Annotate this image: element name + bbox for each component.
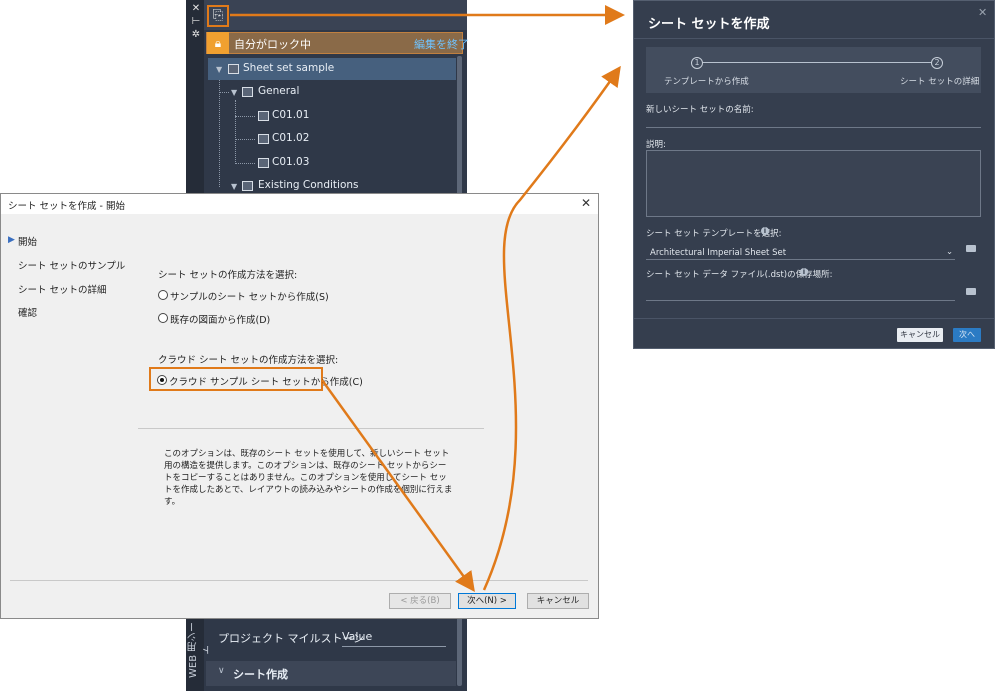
- back-button[interactable]: < 戻る(B): [389, 593, 451, 609]
- milestone-value-field[interactable]: Value: [342, 630, 446, 647]
- tree-guide: [235, 139, 255, 140]
- divider: [138, 428, 484, 429]
- folder-icon[interactable]: [966, 288, 976, 295]
- create-sheet-set-icon[interactable]: ⎘: [207, 5, 229, 27]
- sheet-set-wizard-dialog: [0, 193, 599, 619]
- nav-item-confirm: 確認: [18, 308, 38, 319]
- palette-toolbar: [204, 0, 467, 30]
- nav-item-start: 開始: [18, 237, 38, 248]
- stepper-line: [703, 62, 931, 63]
- pin-icon[interactable]: ⊢: [191, 17, 201, 27]
- radio-existing-label[interactable]: 既存の図面から作成(D): [170, 312, 270, 326]
- sheet-icon: [258, 158, 269, 168]
- info-icon[interactable]: i: [800, 268, 808, 276]
- chevron-down-icon[interactable]: ⌄: [946, 247, 953, 257]
- web-sheet-side-tab[interactable]: WEB 用シート: [186, 620, 214, 680]
- sheet-icon: [258, 134, 269, 144]
- step-2-indicator: 2: [931, 57, 943, 69]
- radio-cloud-label[interactable]: クラウド サンプル シート セットから作成(C): [169, 374, 363, 388]
- tree-sheet[interactable]: C01.02: [272, 132, 309, 144]
- tree-sheet[interactable]: C01.01: [272, 109, 309, 121]
- template-select-underline: [646, 259, 955, 260]
- chevron-down-icon[interactable]: ▼: [231, 88, 237, 97]
- dialog-title: シート セットを作成: [648, 17, 770, 32]
- radio-cloud-sample[interactable]: [157, 375, 167, 385]
- next-button[interactable]: 次へ(N) >: [458, 593, 516, 609]
- name-input[interactable]: [646, 127, 981, 128]
- description-textarea[interactable]: [646, 150, 981, 217]
- tree-guide: [235, 116, 255, 117]
- gear-icon[interactable]: ✲: [191, 30, 201, 40]
- template-select[interactable]: Architectural Imperial Sheet Set: [650, 248, 786, 258]
- tree-group-general[interactable]: General: [258, 85, 299, 97]
- chevron-down-icon[interactable]: ▼: [216, 65, 222, 74]
- info-icon[interactable]: i: [761, 227, 769, 235]
- step-1-label: テンプレートから作成: [664, 77, 749, 87]
- tree-group-existing[interactable]: Existing Conditions: [258, 179, 359, 191]
- chevron-down-icon[interactable]: ∨: [218, 666, 225, 676]
- radio-existing-drawings[interactable]: [158, 313, 168, 323]
- tree-root-label: Sheet set sample: [243, 62, 335, 74]
- lock-label: 自分がロック中: [234, 38, 311, 51]
- wizard-title: シート セットを作成 - 開始: [8, 201, 125, 212]
- nav-item-sample: シート セットのサンプル: [18, 261, 126, 272]
- folder-icon[interactable]: [966, 245, 976, 252]
- sheet-create-label: シート作成: [233, 668, 288, 681]
- tree-sheet[interactable]: C01.03: [272, 156, 309, 168]
- name-label: 新しいシート セットの名前:: [646, 105, 754, 115]
- next-button[interactable]: 次へ: [953, 328, 981, 342]
- tree-guide: [235, 100, 236, 164]
- end-editing-link[interactable]: 編集を終了: [414, 36, 469, 52]
- radio-sample-label[interactable]: サンプルのシート セットから作成(S): [170, 289, 329, 303]
- sheet-icon: [258, 111, 269, 121]
- close-icon[interactable]: ✕: [581, 196, 591, 210]
- tree-guide: [219, 80, 220, 187]
- subset-icon: [242, 181, 253, 191]
- divider: [10, 580, 588, 581]
- step-1-indicator: 1: [691, 57, 703, 69]
- chevron-down-icon[interactable]: ▼: [231, 182, 237, 191]
- cloud-heading: クラウド シート セットの作成方法を選択:: [158, 355, 339, 366]
- tree-guide: [219, 92, 229, 93]
- option-description: このオプションは、既存のシート セットを使用して、新しいシート セット用の構造を…: [164, 449, 453, 507]
- nav-item-details: シート セットの詳細: [18, 285, 107, 296]
- sheet-set-icon: [228, 64, 239, 74]
- divider: [634, 318, 994, 319]
- tree-guide: [235, 163, 255, 164]
- radio-selected-dot: [160, 378, 164, 382]
- radio-sample[interactable]: [158, 290, 168, 300]
- current-step-caret-icon: ▶: [8, 235, 15, 245]
- step-2-label: シート セットの詳細: [900, 77, 980, 87]
- cancel-button[interactable]: キャンセル: [897, 328, 943, 342]
- lock-icon: 🔒︎: [207, 32, 229, 54]
- cancel-button[interactable]: キャンセル: [527, 593, 589, 609]
- description-label: 説明:: [646, 140, 666, 150]
- method-heading: シート セットの作成方法を選択:: [158, 270, 298, 281]
- close-icon[interactable]: ✕: [978, 6, 987, 19]
- subset-icon: [242, 87, 253, 97]
- divider: [634, 38, 994, 39]
- dst-location-input[interactable]: [646, 300, 955, 301]
- close-icon[interactable]: ✕: [191, 4, 201, 14]
